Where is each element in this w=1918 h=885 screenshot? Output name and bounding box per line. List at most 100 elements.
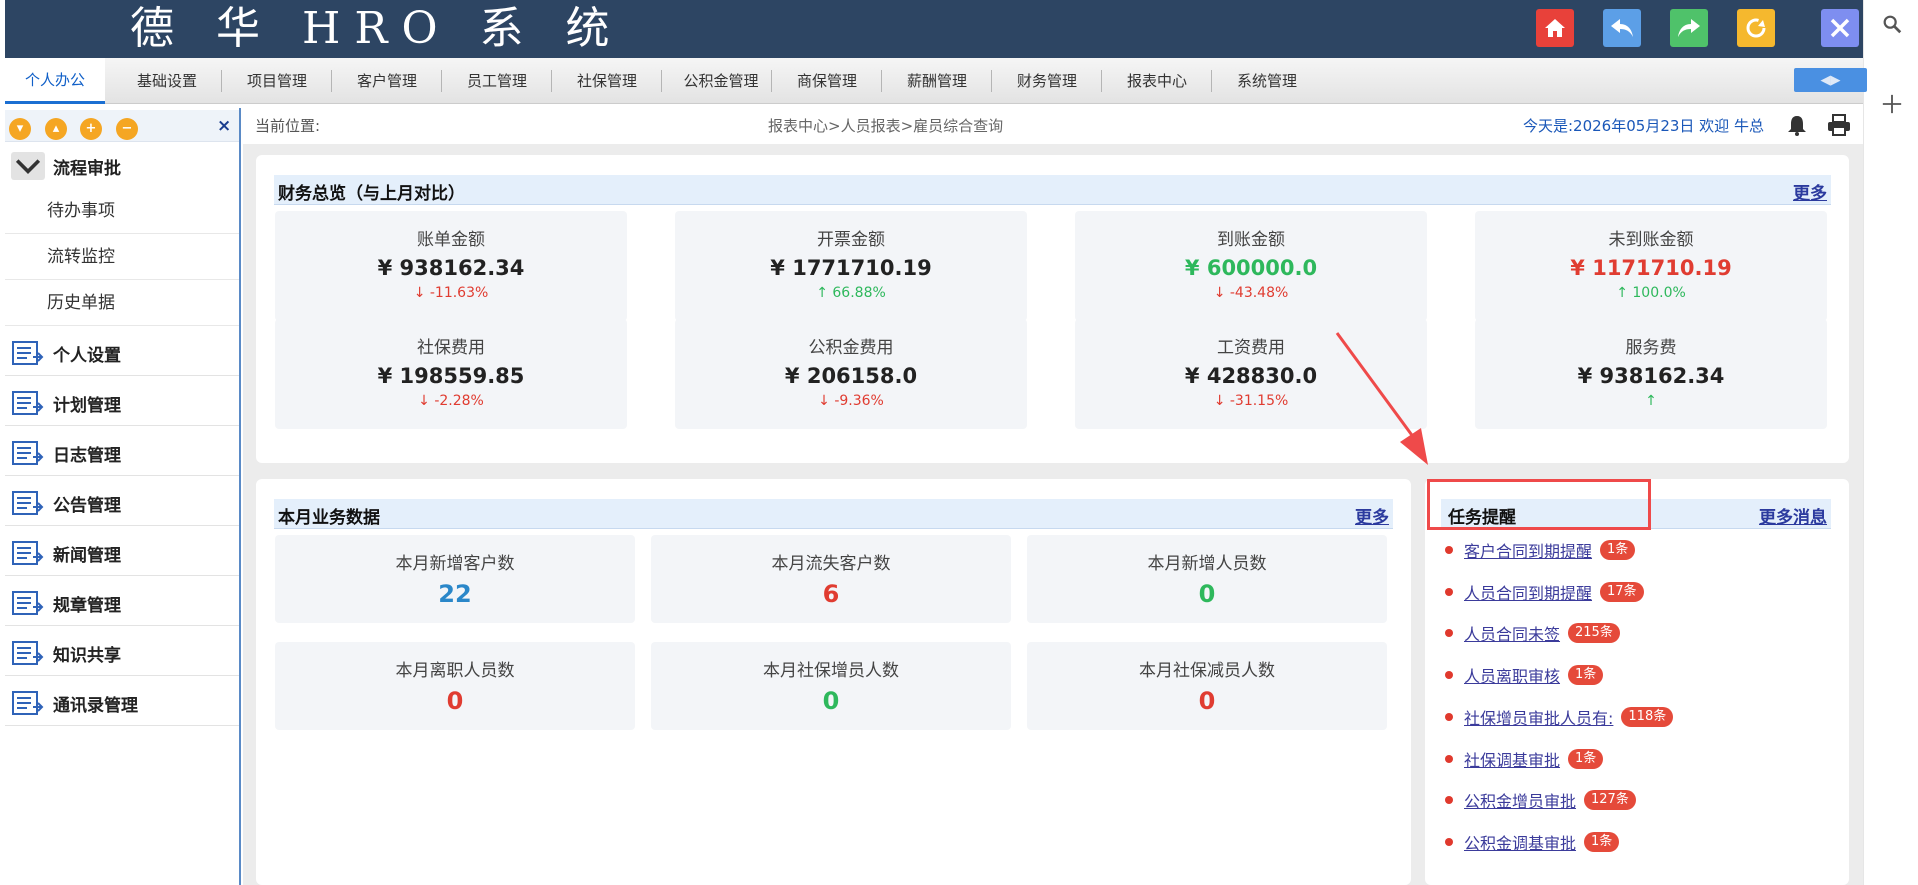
nav-separator xyxy=(551,70,552,92)
count-badge: 1条 xyxy=(1568,665,1604,686)
sidebar-divider xyxy=(5,675,239,676)
stat-value: ¥ 206158.0 xyxy=(784,364,918,388)
nav-tab[interactable]: 系统管理 xyxy=(1217,58,1317,104)
sidebar-subitem[interactable]: 流转监控 xyxy=(5,235,239,280)
task-link[interactable]: 人员合同到期提醒 xyxy=(1464,580,1592,604)
stat-value: ¥ 938162.34 xyxy=(377,256,525,280)
refresh-button[interactable] xyxy=(1737,9,1775,47)
nav-tab[interactable]: 客户管理 xyxy=(337,58,437,104)
business-stat-card: 本月社保增员人数 0 xyxy=(651,642,1011,730)
stat-label: 工资费用 xyxy=(1217,338,1285,358)
forward-button[interactable] xyxy=(1670,9,1708,47)
stat-value: 0 xyxy=(1198,687,1216,715)
nav-tab[interactable]: 公积金管理 xyxy=(667,58,775,104)
arrow-left-icon[interactable]: ◀▶ xyxy=(1821,73,1841,88)
sidebar-group[interactable]: 计划管理 xyxy=(5,381,239,425)
stat-value: ¥ 1171710.19 xyxy=(1570,256,1732,280)
nav-separator xyxy=(771,70,772,92)
nav-tab[interactable]: 个人办公 xyxy=(5,58,105,104)
bell-icon[interactable] xyxy=(1784,112,1810,138)
sidebar-group-label: 计划管理 xyxy=(53,395,121,416)
stat-value: ¥ 1771710.19 xyxy=(770,256,932,280)
stat-value: 0 xyxy=(822,687,840,715)
task-link[interactable]: 公积金调基审批 xyxy=(1464,830,1576,854)
annotation-highlight-box xyxy=(1427,479,1651,530)
task-item: 公积金增员审批 127条 xyxy=(1445,785,1636,815)
printer-icon[interactable] xyxy=(1826,112,1852,138)
nav-tab[interactable]: 基础设置 xyxy=(117,58,217,104)
nav-tab[interactable]: 财务管理 xyxy=(997,58,1097,104)
stat-label: 公积金费用 xyxy=(808,338,894,358)
bullet-dot-icon xyxy=(1445,754,1453,763)
sidebar-divider xyxy=(5,375,239,376)
app-title: 德 华 HRO 系 统 xyxy=(130,3,624,54)
task-link[interactable]: 客户合同到期提醒 xyxy=(1464,538,1592,562)
expand-all-icon[interactable]: + xyxy=(80,118,102,140)
stat-value: 22 xyxy=(438,580,472,608)
collapse-all-icon[interactable]: − xyxy=(116,118,138,140)
collapse-down-icon[interactable]: ▾ xyxy=(9,118,31,140)
task-item: 社保调基审批 1条 xyxy=(1445,744,1604,774)
business-stat-card: 本月社保减员人数 0 xyxy=(1027,642,1387,730)
nav-separator xyxy=(331,70,332,92)
task-link[interactable]: 人员合同未签 xyxy=(1464,621,1560,645)
task-item: 人员合同未签 215条 xyxy=(1445,618,1620,648)
more-link[interactable]: 更多 xyxy=(1355,503,1389,528)
sidebar-group[interactable]: 公告管理 xyxy=(5,481,239,525)
task-link[interactable]: 人员离职审核 xyxy=(1464,663,1560,687)
sidebar-subitem[interactable]: 历史单据 xyxy=(5,281,239,326)
sidebar-toolbar: ▾ ▴ + − × xyxy=(5,110,239,142)
sidebar-group-expanded[interactable]: 流程审批 xyxy=(5,144,239,188)
home-button[interactable] xyxy=(1536,9,1574,47)
main-nav: 个人办公 基础设置 项目管理 客户管理 员工管理 社保管理 公积金管理 商保管理… xyxy=(5,58,1867,104)
stat-label: 服务费 xyxy=(1625,338,1677,358)
sidebar-group[interactable]: 日志管理 xyxy=(5,431,239,475)
sidebar-group[interactable]: 新闻管理 xyxy=(5,531,239,575)
task-link[interactable]: 社保调基审批 xyxy=(1464,747,1560,771)
sidebar-group[interactable]: 个人设置 xyxy=(5,331,239,375)
back-button[interactable] xyxy=(1603,9,1641,47)
sidebar-divider xyxy=(5,625,239,626)
stat-value: 6 xyxy=(822,580,840,608)
bullet-dot-icon xyxy=(1445,837,1453,846)
sidebar-close-icon[interactable]: × xyxy=(217,116,231,136)
stat-label: 账单金额 xyxy=(417,230,485,250)
nav-tab[interactable]: 项目管理 xyxy=(227,58,327,104)
plus-icon xyxy=(1882,94,1901,114)
sidebar: ▾ ▴ + − × 流程审批 待办事项 流转监控 历史单据 个人设置 计划管理 … xyxy=(5,108,241,885)
sidebar-group[interactable]: 通讯录管理 xyxy=(5,681,239,725)
stat-change: ↓ -2.28% xyxy=(418,393,484,409)
chevron-down-icon xyxy=(11,152,45,180)
search-icon xyxy=(1883,15,1901,34)
collapse-up-icon[interactable]: ▴ xyxy=(45,118,67,140)
nav-tab[interactable]: 商保管理 xyxy=(777,58,877,104)
sidebar-subitem[interactable]: 待办事项 xyxy=(5,189,239,234)
nav-tab[interactable]: 社保管理 xyxy=(557,58,657,104)
finance-stat-card: 工资费用 ¥ 428830.0 ↓ -31.15% xyxy=(1075,319,1427,429)
nav-scroll-buttons[interactable]: ◀▶ xyxy=(1794,68,1867,92)
stat-label: 开票金额 xyxy=(817,230,885,250)
bullet-dot-icon xyxy=(1445,587,1453,596)
sidebar-group[interactable]: 知识共享 xyxy=(5,631,239,675)
more-link[interactable]: 更多 xyxy=(1793,179,1827,204)
count-badge: 215条 xyxy=(1568,623,1620,644)
nav-tab[interactable]: 员工管理 xyxy=(447,58,547,104)
count-badge: 127条 xyxy=(1584,790,1636,811)
task-link[interactable]: 公积金增员审批 xyxy=(1464,788,1576,812)
add-tool-button[interactable] xyxy=(1864,92,1918,122)
task-link[interactable]: 社保增员审批人员有: xyxy=(1464,705,1613,729)
more-messages-link[interactable]: 更多消息 xyxy=(1759,503,1827,528)
finance-overview-panel: 财务总览（与上月对比） 更多 账单金额 ¥ 938162.34 ↓ -11.63% 开… xyxy=(256,155,1849,463)
nav-tab[interactable]: 报表中心 xyxy=(1107,58,1207,104)
stat-change: ↓ -9.36% xyxy=(818,393,884,409)
nav-tab[interactable]: 薪酬管理 xyxy=(887,58,987,104)
sidebar-group[interactable]: 规章管理 xyxy=(5,581,239,625)
document-list-icon xyxy=(11,639,45,667)
sidebar-divider xyxy=(5,425,239,426)
panel-header: 本月业务数据 更多 xyxy=(274,499,1393,529)
search-tool-button[interactable] xyxy=(1864,12,1918,42)
panel-header: 财务总览（与上月对比） 更多 xyxy=(274,175,1831,205)
close-button[interactable] xyxy=(1821,9,1859,47)
task-item: 公积金调基审批 1条 xyxy=(1445,827,1620,857)
stat-label: 未到账金额 xyxy=(1608,230,1694,250)
